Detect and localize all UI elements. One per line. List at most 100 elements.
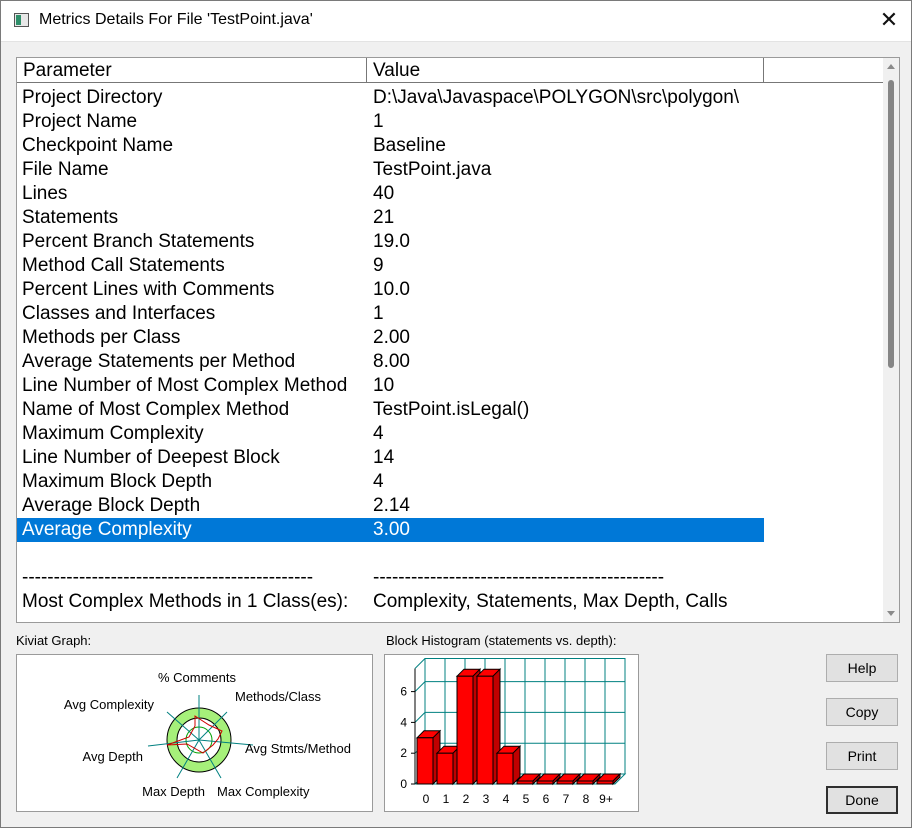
histogram-bar	[416, 737, 434, 785]
table-row[interactable]: Percent Lines with Comments 10.0	[17, 278, 883, 302]
title-bar: Metrics Details For File 'TestPoint.java…	[1, 1, 911, 42]
histogram-x-tick-label: 7	[563, 792, 570, 806]
cell-parameter: Classes and Interfaces	[22, 303, 216, 324]
cell-value: 3.00	[373, 519, 410, 540]
table-row[interactable]: Statements 21	[17, 206, 883, 230]
histogram-bar	[536, 780, 554, 785]
cell-parameter: Lines	[22, 183, 68, 204]
histogram-y-tick-label: 6	[400, 685, 407, 699]
cell-parameter: Project Name	[22, 111, 138, 132]
kiviat-axis-label: Avg Depth	[83, 749, 143, 764]
window-title: Metrics Details For File 'TestPoint.java…	[39, 11, 313, 28]
cell-parameter: Maximum Complexity	[22, 423, 204, 444]
block-histogram: 0 2 4 6 0 1 2 3 4 5 6 7 8 9+	[384, 654, 639, 812]
kiviat-graph: % Comments Methods/Class Avg Stmts/Method M…	[16, 654, 373, 812]
histogram-y-tick-label: 0	[400, 777, 407, 791]
cell-value: Complexity, Statements, Max Depth, Calls	[373, 591, 728, 612]
table-row[interactable]: Project Directory D:\Java\Javaspace\POLYG…	[17, 86, 883, 110]
histogram-x-tick-label: 2	[463, 792, 470, 806]
copy-button[interactable]: Copy	[826, 698, 898, 726]
cell-parameter: Percent Branch Statements	[22, 231, 255, 252]
histogram-bar	[496, 752, 514, 785]
column-header-value[interactable]: Value	[367, 58, 764, 83]
cell-value: 2.00	[373, 327, 410, 348]
help-button[interactable]: Help	[826, 654, 898, 682]
cell-value: 10.0	[373, 279, 410, 300]
table-row[interactable]: File Name TestPoint.java	[17, 158, 883, 182]
cell-parameter: Method Call Statements	[22, 255, 225, 276]
histogram-x-tick-label: 5	[523, 792, 530, 806]
kiviat-axis-label: Methods/Class	[235, 689, 321, 704]
cell-value: 19.0	[373, 231, 410, 252]
cell-parameter: File Name	[22, 159, 109, 180]
scroll-thumb[interactable]	[888, 80, 894, 368]
histogram-bar	[596, 780, 614, 785]
cell-value: Baseline	[373, 135, 446, 156]
cell-parameter: Project Directory	[22, 87, 163, 108]
cell-value: 8.00	[373, 351, 410, 372]
cell-value: 4	[373, 423, 384, 444]
table-row[interactable]: Line Number of Deepest Block 14	[17, 446, 883, 470]
cell-value: 1	[373, 303, 384, 324]
column-header-parameter[interactable]: Parameter	[17, 58, 367, 83]
metrics-rows: Project Directory D:\Java\Javaspace\POLYG…	[17, 86, 883, 614]
histogram-axis-top-edge	[414, 658, 426, 669]
cell-parameter: Average Complexity	[22, 519, 192, 540]
cell-value: 21	[373, 207, 395, 228]
kiviat-axis-label: % Comments	[158, 670, 237, 685]
table-row[interactable]: Percent Branch Statements 19.0	[17, 230, 883, 254]
table-row[interactable]: Most Complex Methods in 1 Class(es): Comp…	[17, 590, 883, 614]
table-row[interactable]: Project Name 1	[17, 110, 883, 134]
print-button[interactable]: Print	[826, 742, 898, 770]
kiviat-label: Kiviat Graph:	[16, 633, 92, 648]
histogram-bar	[476, 675, 494, 785]
kiviat-axis-label: Avg Stmts/Method	[245, 741, 351, 756]
table-row[interactable]: Maximum Block Depth 4	[17, 470, 883, 494]
table-row[interactable]: Average Statements per Method 8.00	[17, 350, 883, 374]
table-row[interactable]: Method Call Statements 9	[17, 254, 883, 278]
done-button[interactable]: Done	[826, 786, 898, 814]
metrics-list[interactable]: Parameter Value Project Directory D:\Java…	[16, 57, 900, 623]
table-row[interactable]: Lines 40	[17, 182, 883, 206]
table-row[interactable]: ----------------------------------------…	[17, 566, 883, 590]
histogram-x-tick-label: 3	[483, 792, 490, 806]
cell-parameter: Name of Most Complex Method	[22, 399, 290, 420]
scroll-down-arrow-icon[interactable]	[887, 611, 895, 616]
close-button[interactable]: ✕	[873, 5, 905, 37]
table-row[interactable]: Average Block Depth 2.14	[17, 494, 883, 518]
histogram-gridline-diagonal	[414, 712, 426, 723]
vertical-scrollbar[interactable]	[883, 58, 899, 622]
cell-parameter: ----------------------------------------…	[22, 567, 314, 588]
histogram-label: Block Histogram (statements vs. depth):	[386, 633, 617, 648]
cell-value: 40	[373, 183, 395, 204]
app-icon	[14, 13, 29, 27]
cell-parameter: Average Statements per Method	[22, 351, 296, 372]
cell-value: 9	[373, 255, 384, 276]
cell-parameter: Checkpoint Name	[22, 135, 174, 156]
table-row[interactable]: Classes and Interfaces 1	[17, 302, 883, 326]
table-row-selected[interactable]: Average Complexity 3.00	[17, 518, 764, 542]
cell-parameter: Statements	[22, 207, 119, 228]
histogram-gridline-diagonal	[414, 681, 426, 692]
kiviat-axis-label: Max Complexity	[217, 784, 310, 799]
table-row[interactable]: Methods per Class 2.00	[17, 326, 883, 350]
column-header-empty	[764, 58, 884, 83]
table-row[interactable]: Checkpoint Name Baseline	[17, 134, 883, 158]
histogram-y-tick-label: 4	[400, 715, 407, 729]
cell-value: 2.14	[373, 495, 410, 516]
table-row[interactable]: Name of Most Complex Method TestPoint.isL…	[17, 398, 883, 422]
table-row[interactable]: Maximum Complexity 4	[17, 422, 883, 446]
cell-value: 1	[373, 111, 384, 132]
cell-parameter: Line Number of Most Complex Method	[22, 375, 348, 396]
kiviat-axis-label: Avg Complexity	[64, 697, 155, 712]
histogram-bar	[456, 675, 474, 785]
histogram-bar	[436, 752, 454, 785]
cell-value: TestPoint.java	[373, 159, 492, 180]
scroll-up-arrow-icon[interactable]	[887, 64, 895, 69]
table-row[interactable]: Line Number of Most Complex Method 10	[17, 374, 883, 398]
histogram-bar-side	[512, 744, 521, 786]
histogram-x-tick-label: 1	[443, 792, 450, 806]
kiviat-svg: % Comments Methods/Class Avg Stmts/Method M…	[64, 670, 351, 799]
cell-value: TestPoint.isLegal()	[373, 399, 530, 420]
cell-value: 10	[373, 375, 395, 396]
